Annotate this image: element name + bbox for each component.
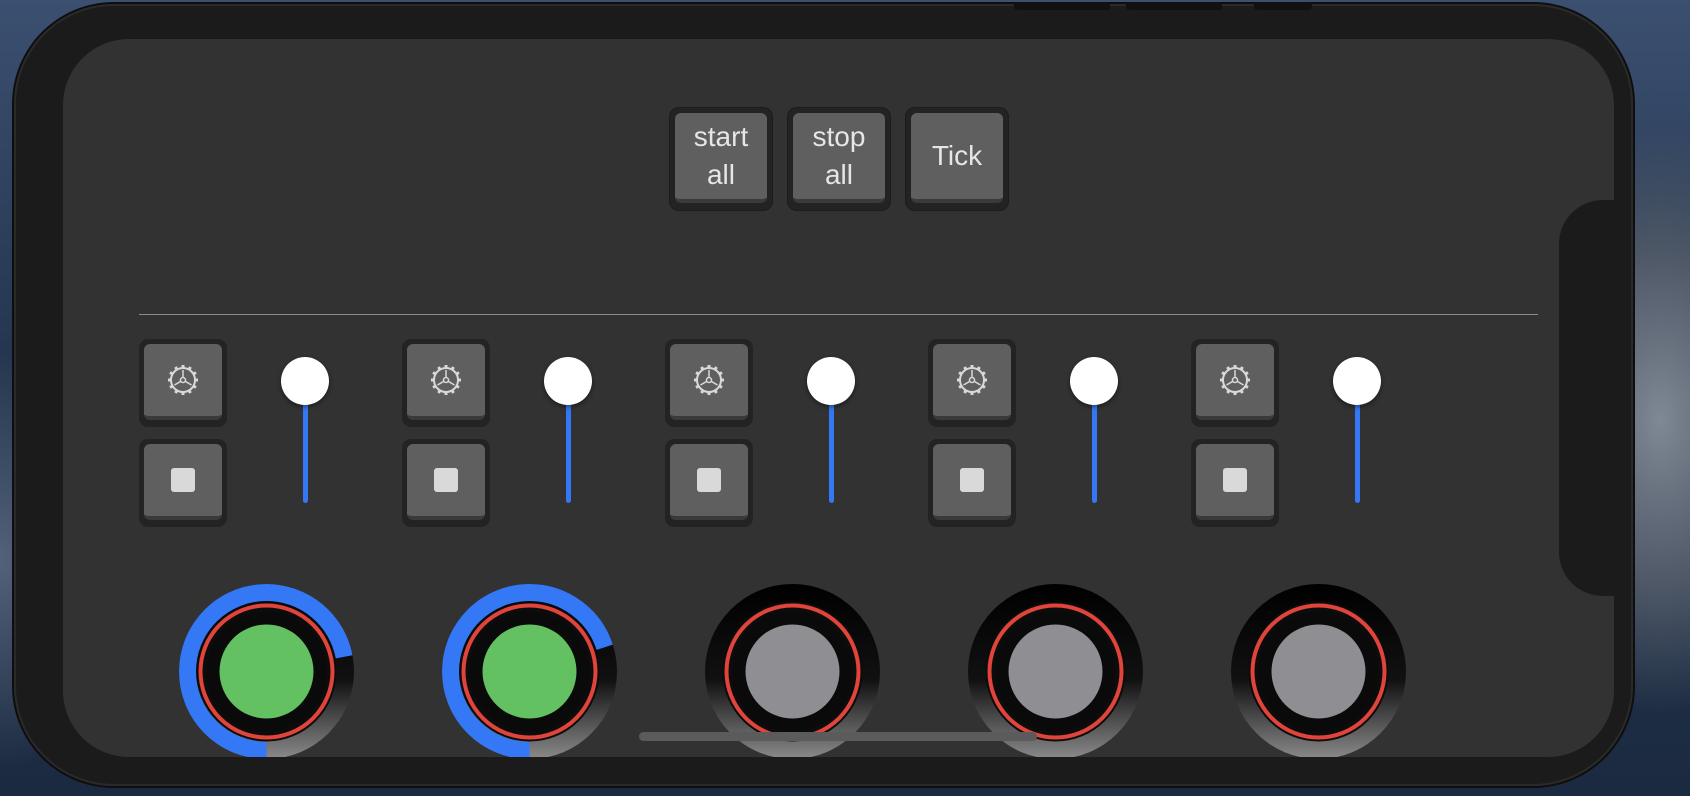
section-divider [139,314,1538,315]
gear-icon [954,362,990,398]
home-indicator[interactable] [639,732,1037,741]
channel-volume-slider[interactable] [1070,357,1118,507]
slider-thumb[interactable] [807,357,855,405]
knob-center [1271,624,1366,719]
gear-icon [691,362,727,398]
stop-button-face [933,444,1011,520]
stop-square-icon [171,468,195,492]
channel-stop-button[interactable] [139,439,227,527]
channel-strip-3 [665,339,905,757]
tick-label: Tick [911,113,1003,203]
settings-button-face [670,344,748,420]
knob-center [482,624,577,719]
channel-play-button[interactable] [179,584,354,757]
channel-volume-slider[interactable] [281,357,329,507]
stop-square-icon [960,468,984,492]
app-screen: start all stop all Tick [63,39,1614,757]
stop-button-face [1196,444,1274,520]
stop-all-label: stop all [793,113,885,203]
channel-settings-button[interactable] [928,339,1016,427]
channel-settings-button[interactable] [665,339,753,427]
slider-thumb[interactable] [1070,357,1118,405]
knob-center [1008,624,1103,719]
channel-strip-5 [1191,339,1431,757]
volume-button [1126,2,1222,10]
stop-all-button[interactable]: stop all [787,107,891,211]
knob-center [219,624,314,719]
channel-play-button[interactable] [442,584,617,757]
gear-icon [428,362,464,398]
transport-controls: start all stop all Tick [669,107,1009,211]
mute-switch [1254,2,1312,10]
stop-square-icon [1223,468,1247,492]
channel-volume-slider[interactable] [1333,357,1381,507]
stop-square-icon [697,468,721,492]
channel-stop-button[interactable] [1191,439,1279,527]
iphone-simulator-frame: start all stop all Tick [14,2,1633,786]
start-all-label: start all [675,113,767,203]
slider-thumb[interactable] [544,357,592,405]
stop-button-face [407,444,485,520]
channel-strip-2 [402,339,642,757]
stop-square-icon [434,468,458,492]
channel-strip-1 [139,339,379,757]
stop-button-face [670,444,748,520]
stop-button-face [144,444,222,520]
slider-thumb[interactable] [281,357,329,405]
channel-settings-button[interactable] [402,339,490,427]
settings-button-face [144,344,222,420]
channel-volume-slider[interactable] [544,357,592,507]
channel-settings-button[interactable] [1191,339,1279,427]
channel-stop-button[interactable] [665,439,753,527]
volume-button [1014,2,1110,10]
settings-button-face [933,344,1011,420]
channel-strip-4 [928,339,1168,757]
slider-thumb[interactable] [1333,357,1381,405]
channel-play-button[interactable] [1231,584,1406,757]
settings-button-face [1196,344,1274,420]
channel-stop-button[interactable] [402,439,490,527]
knob-center [745,624,840,719]
sensor-housing-notch [1559,200,1619,596]
settings-button-face [407,344,485,420]
channel-volume-slider[interactable] [807,357,855,507]
gear-icon [1217,362,1253,398]
tick-button[interactable]: Tick [905,107,1009,211]
gear-icon [165,362,201,398]
channel-settings-button[interactable] [139,339,227,427]
channel-stop-button[interactable] [928,439,1016,527]
start-all-button[interactable]: start all [669,107,773,211]
